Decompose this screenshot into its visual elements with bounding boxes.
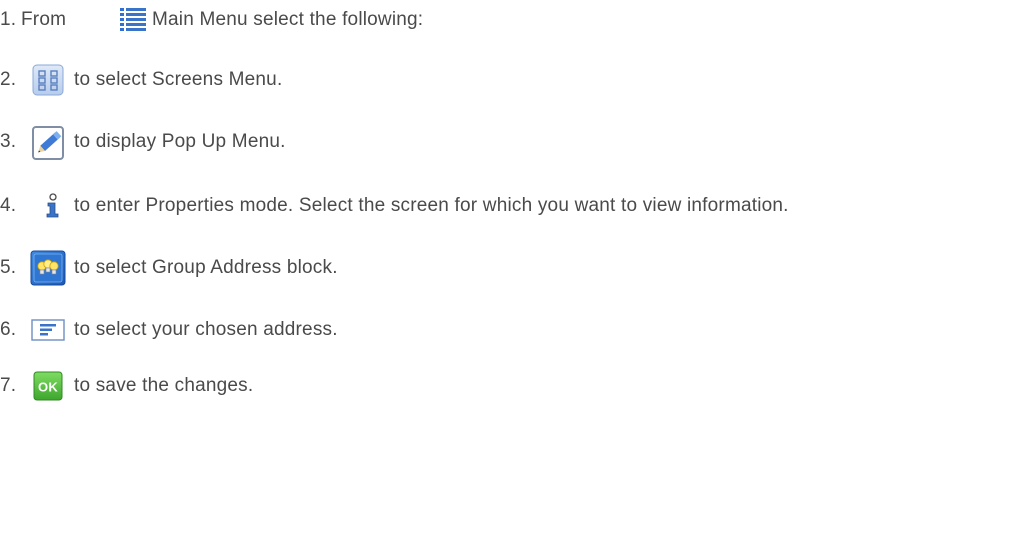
step-7: 7. OK to save the changes. bbox=[0, 366, 1029, 406]
step-text: Main Menu select the following: bbox=[152, 9, 424, 30]
address-list-icon bbox=[31, 319, 65, 341]
step-number: 3. bbox=[0, 131, 17, 152]
info-icon bbox=[46, 193, 59, 218]
step-number: 6. bbox=[0, 319, 17, 340]
step-lead-text: From bbox=[21, 9, 67, 30]
step-text: to display Pop Up Menu. bbox=[74, 131, 286, 152]
main-menu-icon bbox=[120, 8, 146, 31]
step-6: 6. to select your chosen address. bbox=[0, 310, 1029, 350]
step-2: 2. to select Screens Menu. bbox=[0, 60, 1029, 100]
step-text: to select your chosen address. bbox=[74, 319, 338, 340]
screens-grid-icon bbox=[32, 64, 64, 96]
svg-text:OK: OK bbox=[38, 380, 58, 395]
step-number: 5. bbox=[0, 257, 17, 278]
step-number: 2. bbox=[0, 69, 17, 90]
step-3: 3. to display Pop Up Menu. bbox=[0, 122, 1029, 162]
step-4: 4. to enter Properties mode. Select the … bbox=[0, 186, 1029, 226]
edit-pencil-icon bbox=[32, 126, 64, 160]
step-1: 1. From Main Menu select the following: bbox=[0, 0, 1029, 40]
step-number: 4. bbox=[0, 195, 17, 216]
step-text: to enter Properties mode. Select the scr… bbox=[74, 195, 789, 216]
step-5: 5. to select Group Address block. bbox=[0, 248, 1029, 288]
instruction-steps: 1. From Main Menu select the following: … bbox=[0, 0, 1029, 535]
step-text: to select Screens Menu. bbox=[74, 69, 283, 90]
step-number: 1. bbox=[0, 9, 17, 30]
step-number: 7. bbox=[0, 375, 17, 396]
step-text: to save the changes. bbox=[74, 375, 254, 396]
step-text: to select Group Address block. bbox=[74, 257, 338, 278]
group-address-bulbs-icon bbox=[30, 250, 66, 286]
ok-icon: OK bbox=[33, 371, 63, 401]
